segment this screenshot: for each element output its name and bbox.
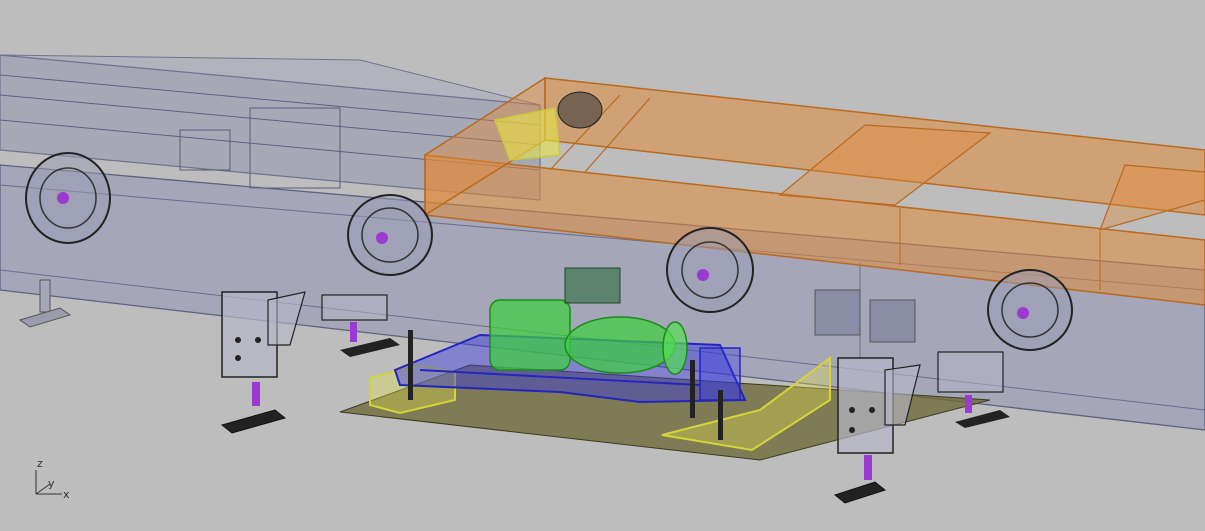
- wheel-1[interactable]: [25, 152, 111, 244]
- wheel-2[interactable]: [347, 194, 433, 276]
- support-leg-far-right[interactable]: [937, 351, 1010, 428]
- axis-y-label: y: [48, 477, 55, 490]
- wheel-3[interactable]: [666, 227, 754, 313]
- cad-viewport[interactable]: z y x: [0, 0, 1205, 531]
- model-view[interactable]: [0, 0, 1205, 531]
- axis-z-label: z: [37, 457, 43, 470]
- axis-gizmo: z y x: [22, 452, 82, 512]
- wheel-4[interactable]: [987, 269, 1073, 351]
- axis-x-label: x: [63, 488, 70, 501]
- support-leg-right[interactable]: [833, 357, 921, 504]
- support-leg-left[interactable]: [220, 291, 306, 434]
